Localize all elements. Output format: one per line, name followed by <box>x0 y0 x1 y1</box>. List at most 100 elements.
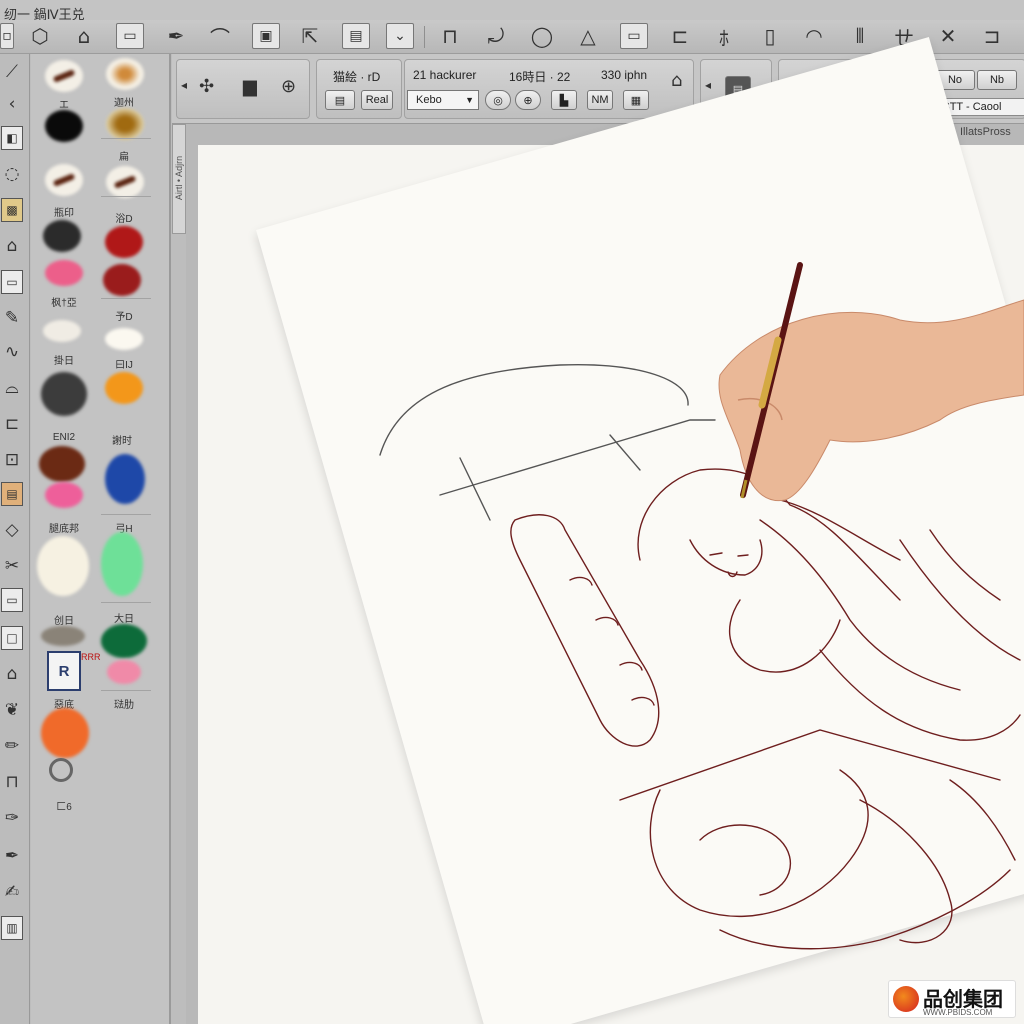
curve-icon[interactable]: ⌒ <box>206 23 234 50</box>
brush-swatch[interactable] <box>106 166 144 198</box>
brush-preset-select[interactable]: Kebo ▼ <box>407 90 479 110</box>
brush-label: 曰IJ <box>115 360 133 371</box>
brush-swatch[interactable] <box>37 536 89 596</box>
eye-button[interactable]: ◎ <box>485 90 511 110</box>
camera-icon[interactable]: ▆ <box>243 76 257 97</box>
pen-tool-icon[interactable]: ✍ <box>1 880 23 904</box>
pen-icon[interactable]: ✒ <box>162 23 190 49</box>
brush-swatch[interactable] <box>43 320 81 342</box>
pencil-tool-icon[interactable]: ✏ <box>1 734 23 758</box>
divider <box>101 298 151 299</box>
options-group-brush: 21 hackurer 16時日 · 22 330 iphn ⌂ Kebo ▼ ◎… <box>404 59 694 119</box>
brush-swatch[interactable] <box>106 58 144 90</box>
chevron-left-icon[interactable]: ◂ <box>181 78 187 92</box>
ink-tool-icon[interactable]: ✒ <box>1 844 23 868</box>
lasso-tool-icon[interactable]: ◌ <box>1 162 23 186</box>
brush-swatch[interactable] <box>45 482 83 508</box>
curve-tool-icon[interactable]: ∿ <box>1 340 23 364</box>
brush-label: 琺肋 <box>114 700 134 711</box>
dropdown-icon[interactable]: ⌄ <box>386 23 414 49</box>
brush-swatch[interactable] <box>45 260 83 286</box>
document-tool-icon[interactable]: ▥ <box>1 916 23 940</box>
brush-swatch[interactable] <box>41 372 87 416</box>
brush-tool-icon[interactable]: ✎ <box>1 306 23 330</box>
redo-icon[interactable]: ⤾ <box>482 23 510 49</box>
brush-swatch[interactable] <box>43 220 81 252</box>
circle-icon[interactable]: ◯ <box>528 23 556 49</box>
lock-icon[interactable]: ⌂ <box>671 70 682 91</box>
frame-tool-icon[interactable]: ▭ <box>1 270 23 294</box>
feather-tool-icon[interactable]: ✑ <box>1 806 23 830</box>
close-icon[interactable]: ✕ <box>934 23 962 49</box>
brush-swatch[interactable] <box>105 454 145 504</box>
image-icon[interactable]: ▣ <box>252 23 280 49</box>
box-tool-icon[interactable]: ⊡ <box>1 448 23 472</box>
crop-tool-icon[interactable]: ◧ <box>1 126 23 150</box>
bracket-right-icon[interactable]: ⊐ <box>978 23 1006 49</box>
brush-swatch[interactable] <box>101 532 143 596</box>
ring-icon[interactable] <box>49 758 73 782</box>
lasso-icon[interactable]: ⬡ <box>26 23 54 49</box>
fill-button[interactable]: ▙ <box>551 90 577 110</box>
brush-swatch[interactable] <box>106 108 144 140</box>
stamp-tool-icon[interactable]: ⌂ <box>1 662 23 686</box>
brush-label: 予D <box>115 312 133 323</box>
group-label: 猫絵 · rD <box>333 70 381 84</box>
real-button[interactable]: Real <box>361 90 393 110</box>
brush-swatch[interactable] <box>105 226 143 258</box>
square-tool-icon[interactable]: □ <box>1 626 23 650</box>
triangle-icon[interactable]: △ <box>574 23 602 49</box>
nm-button[interactable]: NM <box>587 90 613 110</box>
frame-icon[interactable]: ▤ <box>342 23 370 49</box>
rectangle-icon[interactable]: ▭ <box>620 23 648 49</box>
crosshair-button[interactable]: ⊕ <box>515 90 541 110</box>
brush-swatch[interactable] <box>107 660 141 684</box>
fill-tool-icon[interactable]: ▤ <box>1 482 23 506</box>
page-icon[interactable]: ▯ <box>756 23 784 49</box>
grid-icon[interactable]: ⫴ <box>846 23 874 49</box>
arrow-tool-icon[interactable]: ‹ <box>1 92 23 116</box>
iphn-label: 330 iphn <box>601 68 648 82</box>
scissors-tool-icon[interactable]: ✂ <box>1 554 23 578</box>
brush-swatch[interactable] <box>41 626 85 646</box>
brush-swatch[interactable] <box>45 164 83 196</box>
brush-swatch[interactable] <box>103 264 141 296</box>
panel-icon[interactable]: ▭ <box>116 23 144 49</box>
smudge-tool-icon[interactable]: ⌓ <box>1 376 23 400</box>
globe-icon[interactable]: ⊕ <box>281 76 296 97</box>
brush-swatch[interactable] <box>39 446 85 482</box>
export-icon[interactable]: ⇱ <box>296 23 324 49</box>
brush-swatch[interactable] <box>45 60 83 92</box>
eraser-tool-icon[interactable]: ◇ <box>1 518 23 542</box>
select-icon[interactable]: ▫ <box>0 23 14 49</box>
layout-button[interactable]: ▤ <box>325 90 355 110</box>
divider <box>101 196 151 197</box>
text-icon[interactable]: ﾎ <box>710 23 738 50</box>
image-tool-icon[interactable]: ▩ <box>1 198 23 222</box>
knot-tool-icon[interactable]: ❦ <box>1 698 23 722</box>
text-tool-icon[interactable]: ⊏ <box>1 412 23 436</box>
panel-tab[interactable]: Airtl • Adjrn <box>172 124 186 234</box>
brush-label: 謝时 <box>112 436 132 447</box>
brush-swatch[interactable] <box>105 372 143 404</box>
chevron-left-icon[interactable]: ◂ <box>705 78 711 92</box>
bucket-tool-icon[interactable]: ⊓ <box>1 770 23 794</box>
home-icon[interactable]: ⌂ <box>70 23 98 49</box>
grid-button[interactable]: ▦ <box>623 90 649 110</box>
nb-button[interactable]: Nb <box>977 70 1017 90</box>
brush-swatch[interactable] <box>105 328 143 350</box>
brush-label: 创日 <box>54 616 74 627</box>
selected-brush[interactable]: R <box>47 651 81 691</box>
brush-swatch[interactable] <box>45 110 83 142</box>
shape-tool-icon[interactable]: ⌂ <box>1 234 23 258</box>
line-tool-icon[interactable]: ⟋ <box>1 60 23 84</box>
brush-swatch[interactable] <box>41 708 89 758</box>
rect-tool-icon[interactable]: ▭ <box>1 588 23 612</box>
palette-icon[interactable]: ✣ <box>199 76 214 97</box>
bracket-icon[interactable]: ⊓ <box>436 23 464 49</box>
brush-swatch[interactable] <box>101 624 147 658</box>
options-group-real: 猫絵 · rD ▤ Real <box>316 59 402 119</box>
layer-icon[interactable]: ⊏ <box>666 23 694 49</box>
ruler-icon[interactable]: ◠ <box>800 23 828 49</box>
divider <box>101 602 151 603</box>
